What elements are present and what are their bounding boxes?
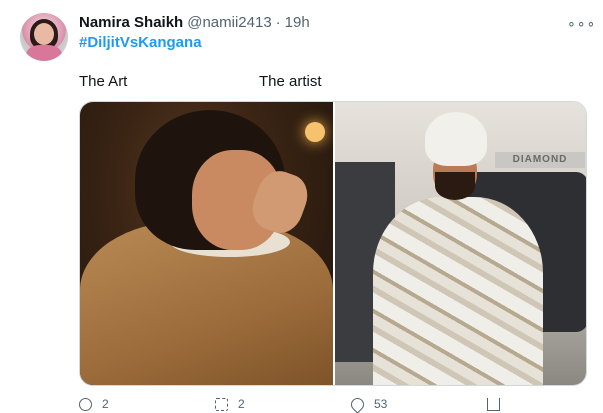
image-the-art[interactable] — [80, 102, 333, 385]
light-shape — [305, 122, 325, 142]
reply-button[interactable]: 2 — [79, 397, 109, 411]
tweet-header: Namira Shaikh @namii2413 · 19h — [79, 13, 310, 33]
hashtag-link[interactable]: #DiljitVsKangana — [79, 34, 202, 51]
avatar[interactable] — [20, 13, 68, 61]
heart-icon — [348, 394, 367, 413]
avatar-face — [34, 23, 54, 45]
caption-right: The artist — [259, 73, 322, 90]
separator-dot: · — [275, 14, 281, 31]
author-handle[interactable]: @namii2413 — [187, 14, 271, 31]
like-count: 53 — [374, 397, 388, 411]
reply-count: 2 — [102, 397, 109, 411]
reply-icon — [79, 397, 92, 411]
caption-left: The Art — [79, 73, 128, 90]
image-the-artist[interactable]: DIAMOND — [335, 102, 586, 385]
sign-text: DIAMOND — [495, 152, 585, 168]
turban-shape — [425, 112, 487, 166]
share-icon — [487, 397, 500, 411]
share-button[interactable] — [487, 397, 510, 411]
retweet-icon — [215, 397, 228, 411]
author-name[interactable]: Namira Shaikh — [79, 14, 183, 31]
like-button[interactable]: 53 — [348, 394, 388, 413]
tweet-time[interactable]: 19h — [285, 14, 310, 31]
media-grid[interactable]: DIAMOND — [79, 101, 587, 386]
retweet-count: 2 — [238, 397, 245, 411]
tweet-actions: 2 2 53 — [79, 394, 500, 413]
avatar-body — [26, 45, 62, 61]
jacket-shape — [373, 197, 543, 385]
retweet-button[interactable]: 2 — [215, 397, 245, 411]
beard-shape — [435, 172, 475, 200]
more-horizontal-icon[interactable]: ∘∘∘ — [567, 13, 595, 33]
